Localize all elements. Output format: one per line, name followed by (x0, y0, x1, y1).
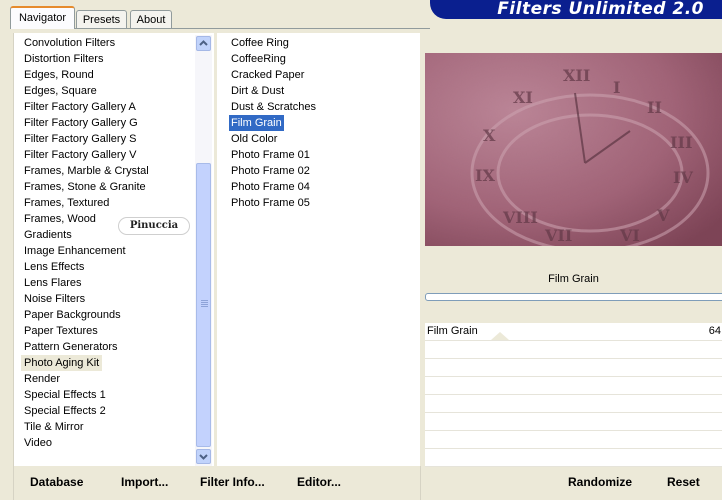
category-item[interactable]: Paper Textures (21, 323, 101, 339)
category-list[interactable]: Convolution Filters Distortion Filters Edg… (13, 33, 214, 466)
scroll-thumb[interactable] (196, 163, 211, 447)
category-item[interactable]: Frames, Wood (21, 211, 99, 227)
category-item[interactable]: Special Effects 1 (21, 387, 109, 403)
scroll-up-button[interactable] (196, 36, 211, 51)
brand-title: Filters Unlimited 2.0 (497, 0, 704, 19)
category-item[interactable]: Frames, Textured (21, 195, 112, 211)
category-item[interactable]: Edges, Square (21, 83, 100, 99)
filter-item[interactable]: CoffeeRing (229, 51, 288, 67)
filter-item[interactable]: Dust & Scratches (229, 99, 318, 115)
category-item[interactable]: Render (21, 371, 63, 387)
category-item[interactable]: Edges, Round (21, 67, 97, 83)
category-item[interactable]: Frames, Stone & Granite (21, 179, 149, 195)
watermark-logo: Pinuccia (118, 217, 190, 235)
clock-preview-graphic: XIIIII IIIIVV VIVIIVIII IXXXI (425, 53, 722, 246)
filter-item[interactable]: Dirt & Dust (229, 83, 286, 99)
category-item[interactable]: Filter Factory Gallery V (21, 147, 139, 163)
randomize-label: Randomize (568, 475, 633, 489)
param-row-empty (425, 413, 722, 431)
category-item[interactable]: Filter Factory Gallery A (21, 99, 139, 115)
param-row-empty (425, 431, 722, 449)
editor-button[interactable]: Editor... (297, 474, 341, 490)
param-value: 64 (708, 325, 721, 337)
filter-name-label: Film Grain (548, 273, 599, 285)
randomize-button[interactable]: Randomize (568, 474, 632, 490)
database-label: Database (30, 475, 84, 489)
filter-item[interactable]: Old Color (229, 131, 279, 147)
database-button[interactable]: Database (30, 474, 83, 490)
filter-item[interactable]: Photo Frame 02 (229, 163, 312, 179)
progress-bar (425, 293, 722, 301)
tab-presets-label: Presets (82, 14, 121, 26)
chevron-down-icon (199, 454, 208, 460)
editor-label: Editor... (297, 475, 342, 489)
category-item[interactable]: Photo Aging Kit (21, 355, 103, 371)
scroll-down-button[interactable] (196, 449, 211, 464)
filter-item[interactable]: Photo Frame 04 (229, 179, 312, 195)
param-row-empty (425, 359, 722, 377)
slider-thumb-icon[interactable] (491, 330, 509, 340)
category-item[interactable]: Pattern Generators (21, 339, 121, 355)
param-row-empty (425, 395, 722, 413)
category-item[interactable]: Lens Flares (21, 275, 84, 291)
tab-navigator[interactable]: Navigator (10, 6, 75, 29)
category-item[interactable]: Distortion Filters (21, 51, 106, 67)
chevron-up-icon (199, 40, 208, 46)
filter-item[interactable]: Film Grain (229, 115, 284, 131)
category-item[interactable]: Noise Filters (21, 291, 88, 307)
filter-info-label: Filter Info... (200, 475, 265, 489)
category-item[interactable]: Special Effects 2 (21, 403, 109, 419)
category-item[interactable]: Video (21, 435, 55, 451)
category-item[interactable]: Gradients (21, 227, 75, 243)
category-item[interactable]: Frames, Marble & Crystal (21, 163, 152, 179)
category-item[interactable]: Paper Backgrounds (21, 307, 124, 323)
param-row-empty (425, 341, 722, 359)
param-label: Film Grain (427, 325, 478, 337)
category-item[interactable]: Lens Effects (21, 259, 87, 275)
import-label: Import... (121, 475, 169, 489)
tab-presets[interactable]: Presets (76, 10, 127, 28)
parameter-panel[interactable]: Film Grain 64 (425, 323, 722, 467)
param-row[interactable]: Film Grain 64 (425, 323, 722, 341)
import-button[interactable]: Import... (121, 474, 168, 490)
divider (13, 466, 14, 500)
tab-about-label: About (136, 14, 166, 26)
filter-item[interactable]: Cracked Paper (229, 67, 306, 83)
divider (420, 466, 421, 500)
category-item[interactable]: Convolution Filters (21, 35, 118, 51)
category-item[interactable]: Filter Factory Gallery G (21, 115, 141, 131)
category-item[interactable]: Filter Factory Gallery S (21, 131, 139, 147)
reset-button[interactable]: Reset (667, 474, 700, 490)
tab-about[interactable]: About (130, 10, 172, 28)
brand-banner: Filters Unlimited 2.0 (430, 0, 722, 19)
category-item[interactable]: Image Enhancement (21, 243, 129, 259)
category-item[interactable]: Tile & Mirror (21, 419, 86, 435)
filter-item[interactable]: Photo Frame 05 (229, 195, 312, 211)
filter-info-button[interactable]: Filter Info... (200, 474, 265, 490)
filter-item[interactable]: Coffee Ring (229, 35, 291, 51)
filter-list[interactable]: Coffee Ring CoffeeRing Cracked Paper Dirt &… (217, 33, 420, 466)
preview-image: XII I II III IV V VI VII VIII IX X XI (425, 53, 722, 246)
param-row-empty (425, 377, 722, 395)
reset-label: Reset (667, 475, 700, 489)
tab-navigator-label: Navigator (18, 12, 67, 24)
category-scrollbar[interactable] (195, 35, 212, 466)
param-row-empty (425, 449, 722, 467)
filter-item[interactable]: Photo Frame 01 (229, 147, 312, 163)
